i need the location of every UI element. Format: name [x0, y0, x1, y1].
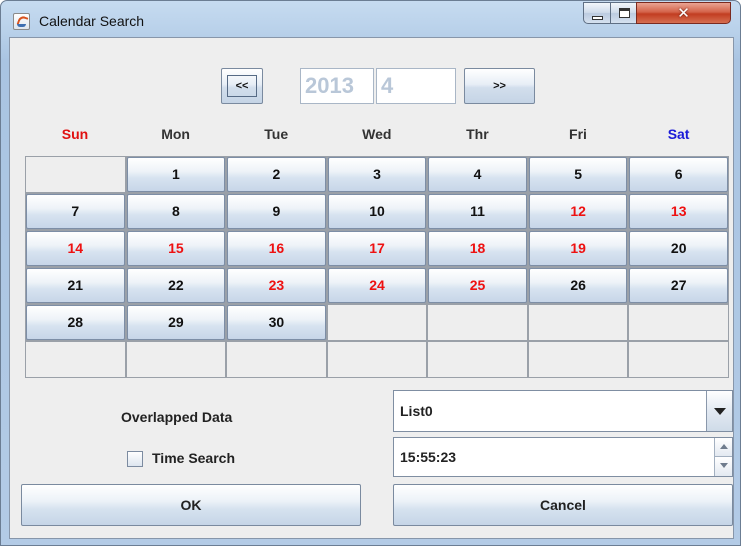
weekday-wed: Wed — [362, 126, 392, 142]
weekday-fri: Fri — [569, 126, 587, 142]
day-button-2[interactable]: 2 — [227, 157, 326, 192]
time-value[interactable]: 15:55:23 — [400, 449, 456, 465]
empty-day-cell — [26, 157, 125, 192]
day-button-17[interactable]: 17 — [327, 231, 427, 266]
day-button-3[interactable]: 3 — [327, 157, 427, 192]
day-button-25[interactable]: 25 — [428, 268, 527, 303]
empty-day-cell — [327, 342, 427, 377]
day-button-9[interactable]: 9 — [227, 194, 326, 229]
day-button-5[interactable]: 5 — [528, 157, 628, 192]
empty-day-cell — [327, 305, 427, 340]
empty-day-cell — [428, 305, 527, 340]
day-button-20[interactable]: 20 — [629, 231, 728, 266]
day-button-14[interactable]: 14 — [26, 231, 125, 266]
day-button-4[interactable]: 4 — [428, 157, 527, 192]
weekday-sun: Sun — [61, 126, 89, 142]
day-button-10[interactable]: 10 — [327, 194, 427, 229]
dialog-content: << 2013 4 >> Sun Mon Tue Wed Thr Fri Sat 12345… — [9, 37, 734, 539]
calendar-search-window: Calendar Search ✕ << 2013 4 >> Sun Mon Tue… — [0, 0, 741, 546]
day-button-24[interactable]: 24 — [327, 268, 427, 303]
weekday-mon: Mon — [161, 126, 190, 142]
close-icon: ✕ — [677, 4, 690, 22]
day-button-21[interactable]: 21 — [26, 268, 125, 303]
weekday-tue: Tue — [264, 126, 289, 142]
weekday-thr: Thr — [466, 126, 489, 142]
maximize-icon — [619, 8, 630, 18]
empty-day-cell — [528, 342, 628, 377]
search-options: Overlapped Data List0 Time Search 15:55:… — [10, 384, 735, 534]
day-button-6[interactable]: 6 — [629, 157, 728, 192]
java-app-icon — [13, 13, 30, 30]
empty-day-cell — [26, 342, 125, 377]
minimize-icon — [592, 16, 603, 20]
previous-month-button[interactable]: << — [221, 68, 263, 104]
window-title: Calendar Search — [39, 13, 145, 29]
day-button-15[interactable]: 15 — [126, 231, 226, 266]
weekday-sat: Sat — [667, 126, 690, 142]
close-button[interactable]: ✕ — [636, 2, 731, 24]
year-field[interactable]: 2013 — [300, 68, 374, 104]
ok-button[interactable]: OK — [21, 484, 361, 526]
time-spinner[interactable]: 15:55:23 — [393, 437, 733, 477]
overlapped-data-value: List0 — [400, 403, 433, 419]
day-button-8[interactable]: 8 — [126, 194, 226, 229]
day-button-18[interactable]: 18 — [428, 231, 527, 266]
next-month-button[interactable]: >> — [464, 68, 535, 104]
dropdown-arrow-icon[interactable] — [706, 391, 732, 431]
overlapped-data-select[interactable]: List0 — [393, 390, 733, 432]
day-button-16[interactable]: 16 — [227, 231, 326, 266]
empty-day-cell — [126, 342, 226, 377]
month-field[interactable]: 4 — [376, 68, 456, 104]
day-button-1[interactable]: 1 — [126, 157, 226, 192]
day-button-23[interactable]: 23 — [227, 268, 326, 303]
day-button-22[interactable]: 22 — [126, 268, 226, 303]
minimize-button[interactable] — [583, 2, 611, 24]
empty-day-cell — [629, 342, 728, 377]
empty-day-cell — [428, 342, 527, 377]
time-search-label[interactable]: Time Search — [152, 450, 235, 466]
time-search-checkbox[interactable] — [127, 451, 143, 467]
month-navigation: << 2013 4 >> — [10, 38, 735, 118]
day-button-13[interactable]: 13 — [629, 194, 728, 229]
empty-day-cell — [227, 342, 326, 377]
day-button-27[interactable]: 27 — [629, 268, 728, 303]
cancel-button[interactable]: Cancel — [393, 484, 733, 526]
day-button-28[interactable]: 28 — [26, 305, 125, 340]
day-button-29[interactable]: 29 — [126, 305, 226, 340]
empty-day-cell — [629, 305, 728, 340]
empty-day-cell — [528, 305, 628, 340]
spin-up-arrow-icon[interactable] — [714, 438, 732, 457]
day-button-7[interactable]: 7 — [26, 194, 125, 229]
calendar-grid: 1 2 3 4 5 6 7 8 9 10 11 12 13 14 15 16 17 18 19 20 21 22 23 24 2… — [25, 156, 729, 378]
day-button-26[interactable]: 26 — [528, 268, 628, 303]
day-button-11[interactable]: 11 — [428, 194, 527, 229]
spin-down-arrow-icon[interactable] — [714, 457, 732, 476]
day-button-12[interactable]: 12 — [528, 194, 628, 229]
day-button-19[interactable]: 19 — [528, 231, 628, 266]
previous-month-label: << — [227, 75, 257, 97]
weekday-header: Sun Mon Tue Wed Thr Fri Sat — [25, 118, 729, 148]
maximize-button[interactable] — [610, 2, 637, 24]
title-bar[interactable]: Calendar Search ✕ — [1, 1, 740, 37]
overlapped-data-label: Overlapped Data — [121, 409, 233, 425]
day-button-30[interactable]: 30 — [227, 305, 326, 340]
